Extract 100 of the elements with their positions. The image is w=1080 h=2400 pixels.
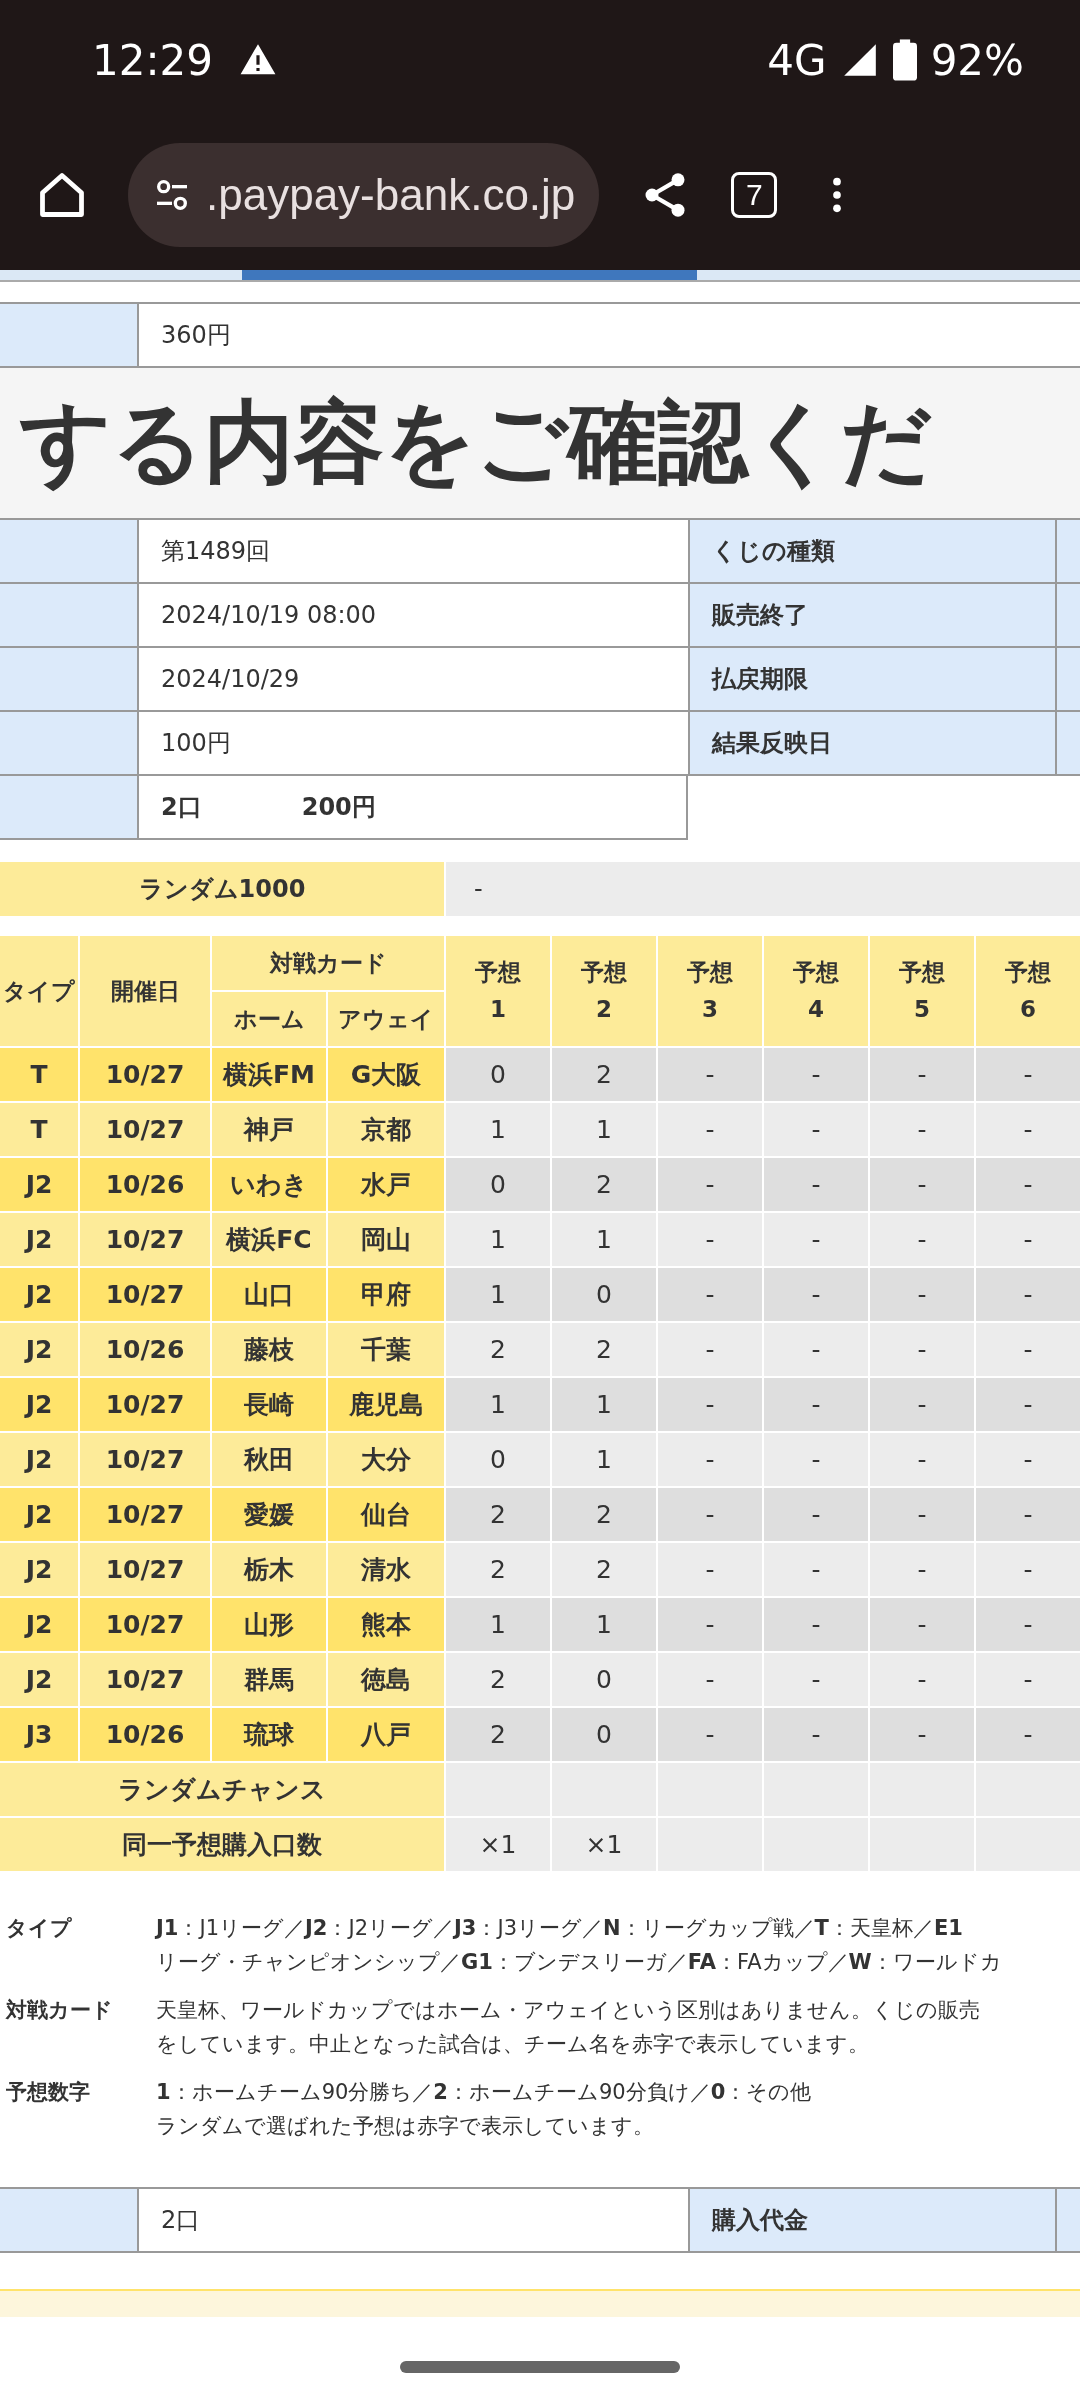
- table-cell: -: [976, 1268, 1080, 1321]
- table-cell: T: [0, 1103, 78, 1156]
- table-cell: J2: [0, 1543, 78, 1596]
- table-cell: 2: [446, 1488, 550, 1541]
- table-cell: 1: [446, 1268, 550, 1321]
- table-cell: -: [976, 1323, 1080, 1376]
- label-cell: 結果反映日: [688, 712, 1057, 776]
- table-cell: 京都: [328, 1103, 444, 1156]
- table-cell: -: [764, 1653, 868, 1706]
- table-cell: 徳島: [328, 1653, 444, 1706]
- column-header: 予想 5: [870, 936, 974, 1046]
- column-header: ホーム: [212, 992, 326, 1046]
- table-cell: 秋田: [212, 1433, 326, 1486]
- table-cell: -: [658, 1653, 762, 1706]
- table-cell: J2: [0, 1158, 78, 1211]
- table-cell: 1: [552, 1103, 656, 1156]
- table-cell: -: [658, 1488, 762, 1541]
- table-cell: 長崎: [212, 1378, 326, 1431]
- table-cell: 2: [552, 1543, 656, 1596]
- table-cell: -: [976, 1433, 1080, 1486]
- legend-term: タイプ: [6, 1915, 73, 1942]
- table-cell: -: [976, 1378, 1080, 1431]
- label-cell: [1057, 712, 1080, 776]
- table-cell: -: [870, 1708, 974, 1761]
- table-cell: 2: [446, 1323, 550, 1376]
- table-cell: 1: [552, 1598, 656, 1651]
- legend-text: リーグ・チャンピオンシップ／G1：ブンデスリーガ／FA：FAカップ／W：ワールドカ: [156, 1949, 1003, 1976]
- page-heading: する内容をご確認くだ: [0, 368, 1080, 518]
- table-cell: -: [658, 1103, 762, 1156]
- table-cell: -: [658, 1213, 762, 1266]
- table-cell: -: [870, 1433, 974, 1486]
- table-cell: 千葉: [328, 1323, 444, 1376]
- table-cell: 2: [552, 1323, 656, 1376]
- table-cell: -: [870, 1103, 974, 1156]
- table-cell: 0: [446, 1158, 550, 1211]
- legend-text: J1：J1リーグ／J2：J2リーグ／J3：J3リーグ／N：リーグカップ戦／T：天皇杯／E1: [156, 1915, 964, 1942]
- table-cell: 2: [552, 1488, 656, 1541]
- table-cell: 2口: [137, 2189, 688, 2253]
- table-cell: T: [0, 1048, 78, 1101]
- table-cell: 10/27: [80, 1213, 210, 1266]
- table-cell: 栃木: [212, 1543, 326, 1596]
- table-cell: 10/27: [80, 1488, 210, 1541]
- table-cell: 甲府: [328, 1268, 444, 1321]
- table-cell: J2: [0, 1433, 78, 1486]
- table-cell: 山形: [212, 1598, 326, 1651]
- table-cell: -: [870, 1323, 974, 1376]
- label-cell: [1057, 584, 1080, 648]
- table-cell: J3: [0, 1708, 78, 1761]
- row-label: 同一予想購入口数: [0, 1818, 444, 1871]
- table-cell: 水戸: [328, 1158, 444, 1211]
- table-cell: 熊本: [328, 1598, 444, 1651]
- table-cell: 愛媛: [212, 1488, 326, 1541]
- table-cell: 10/26: [80, 1708, 210, 1761]
- label-cell: くじの種類: [688, 520, 1057, 584]
- table-cell: 琉球: [212, 1708, 326, 1761]
- table-cell: -: [764, 1433, 868, 1486]
- table-cell: -: [658, 1378, 762, 1431]
- table-cell: -: [870, 1543, 974, 1596]
- table-cell: ×1: [552, 1818, 656, 1871]
- column-header: 対戦カード: [212, 936, 444, 990]
- table-cell: J2: [0, 1213, 78, 1266]
- table-cell: J2: [0, 1268, 78, 1321]
- table-cell: 10/26: [80, 1158, 210, 1211]
- table-cell: 2: [446, 1543, 550, 1596]
- table-cell: 10/27: [80, 1433, 210, 1486]
- table-cell: 群馬: [212, 1653, 326, 1706]
- table-cell: 2024/10/19 08:00: [137, 584, 688, 648]
- table-cell: 10/27: [80, 1378, 210, 1431]
- table-cell: ×1: [446, 1818, 550, 1871]
- table-cell: 鹿児島: [328, 1378, 444, 1431]
- table-cell: 1: [552, 1213, 656, 1266]
- table-cell: -: [870, 1268, 974, 1321]
- address-bar[interactable]: .paypay-bank.co.jp: [128, 143, 600, 247]
- table-cell: -: [870, 1653, 974, 1706]
- column-header: 予想 4: [764, 936, 868, 1046]
- column-header: タイプ: [0, 936, 78, 1046]
- table-cell: -: [870, 1158, 974, 1211]
- table-cell: -: [976, 1708, 1080, 1761]
- table-cell: -: [658, 1323, 762, 1376]
- column-header: 予想 1: [446, 936, 550, 1046]
- table-cell: -: [976, 1048, 1080, 1101]
- battery-percent: 92%: [930, 35, 1024, 85]
- table-cell: 1: [552, 1378, 656, 1431]
- table-cell: いわき: [212, 1158, 326, 1211]
- label-cell: 払戻期限: [688, 648, 1057, 712]
- table-cell: -: [764, 1103, 868, 1156]
- table-cell: -: [764, 1378, 868, 1431]
- table-cell: -: [764, 1708, 868, 1761]
- tab-switcher-button[interactable]: 7: [731, 172, 778, 218]
- label-cell: 購入代金: [688, 2189, 1057, 2253]
- legend-text: 天皇杯、ワールドカップではホーム・アウェイという区別はありません。くじの販売: [156, 1997, 981, 2024]
- table-cell: -: [446, 862, 1080, 916]
- table-cell: -: [658, 1708, 762, 1761]
- table-cell: -: [976, 1653, 1080, 1706]
- column-header: 開催日: [80, 936, 210, 1046]
- table-cell: -: [976, 1598, 1080, 1651]
- table-cell: -: [764, 1268, 868, 1321]
- table-cell: 1: [552, 1433, 656, 1486]
- table-cell: 1: [446, 1378, 550, 1431]
- table-cell: J2: [0, 1653, 78, 1706]
